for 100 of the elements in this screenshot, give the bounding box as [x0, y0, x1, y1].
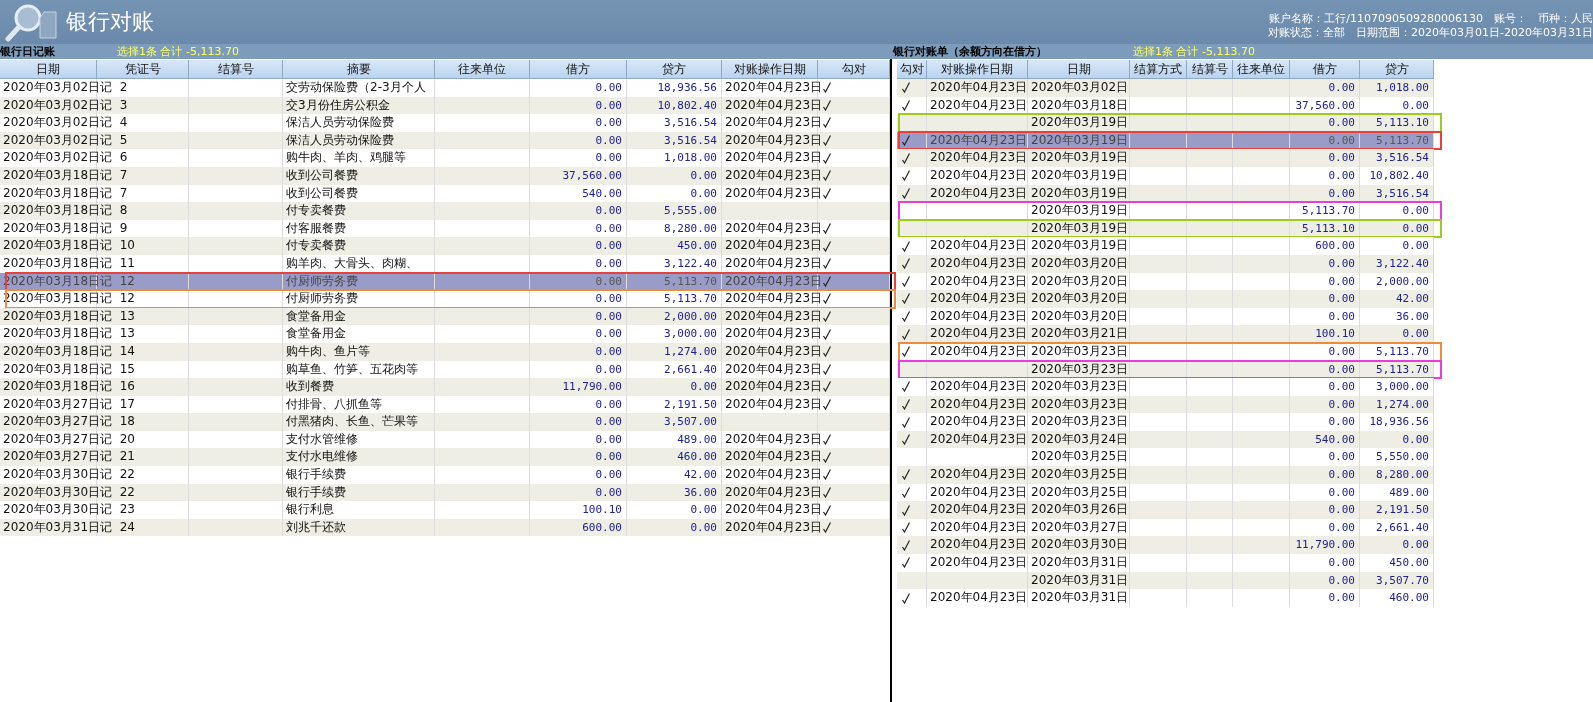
table-row[interactable]: 2020年03月18日记 8 付专卖餐费 0.00 5,555.00: [0, 202, 890, 220]
table-cell: 购牛肉、鱼片等: [283, 342, 435, 361]
table-cell: 0.00: [1360, 237, 1434, 255]
table-cell: 2020年04月23日: [930, 413, 1028, 431]
table-cell: 0.00: [1360, 325, 1434, 343]
table-row[interactable]: 2020年03月02日记 6 购牛肉、羊肉、鸡腿等 0.00 1,018.00 2020年04月23日: [0, 149, 890, 167]
table-cell: 记 7: [97, 166, 189, 185]
table-cell: 2020年03月02日: [1028, 79, 1130, 97]
table-row[interactable]: 2020年03月02日记 4 保洁人员劳动保险费 0.00 3,516.54 2020年04月23日: [0, 114, 890, 132]
table-cell: 记 24: [97, 518, 189, 537]
table-cell: 450.00: [1360, 554, 1434, 572]
table-cell: 0.00: [627, 518, 722, 537]
table-row[interactable]: 2020年04月23日 2020年03月26日 0.00 2,191.50: [897, 501, 1434, 519]
table-cell: 刘兆千还款: [283, 518, 435, 537]
table-cell: 0.00: [530, 237, 627, 255]
table-row[interactable]: 2020年04月23日 2020年03月20日 0.00 42.00: [897, 290, 1434, 308]
table-cell: 银行手续费: [283, 466, 435, 484]
selection-summary: 选择1条 合计 -5,113.70: [1133, 44, 1255, 59]
table-row[interactable]: 2020年04月23日 2020年03月19日 0.00 3,516.54: [897, 149, 1434, 167]
table-cell: 记 11: [97, 254, 189, 273]
table-cell: 5,113.70: [627, 290, 722, 308]
table-cell-text: 2020年04月23日: [930, 307, 1028, 325]
table-cell: 100.10: [530, 501, 627, 519]
table-cell: 收到餐费: [283, 378, 435, 396]
table-cell: 0.00: [1360, 96, 1434, 115]
table-cell: 1,018.00: [1360, 79, 1434, 97]
table-row[interactable]: 2020年03月02日记 2 交劳动保险费（2-3月个人 0.00 18,936.56 2020年04月23日: [0, 79, 890, 97]
table-row[interactable]: 2020年03月27日记 18 付黑猪肉、长鱼、芒果等 0.00 3,507.00: [0, 413, 890, 431]
table-cell: 42.00: [627, 466, 722, 484]
table-row[interactable]: 2020年04月23日 2020年03月30日 11,790.00 0.00: [897, 536, 1434, 555]
table-cell: 2,191.50: [1360, 501, 1434, 519]
table-cell: 付专卖餐费: [283, 237, 435, 255]
table-cell: 3,122.40: [627, 254, 722, 273]
table-cell: 0.00: [530, 79, 627, 97]
table-cell: 11,790.00: [530, 378, 627, 396]
table-cell: 交劳动保险费（2-3月个人: [283, 79, 435, 97]
table-cell: 记 14: [97, 342, 189, 361]
table-cell-text: 2020年04月23日: [930, 131, 1028, 149]
table-cell: 8,280.00: [1360, 466, 1434, 484]
table-cell: 2020年03月21日: [1028, 325, 1130, 343]
table-cell: 付黑猪肉、长鱼、芒果等: [283, 413, 435, 431]
magnifier-icon: [4, 2, 60, 42]
table-cell: 2020年04月23日: [930, 501, 1028, 519]
table-cell: 0.00: [530, 290, 627, 308]
table-cell: 0.00: [530, 413, 627, 431]
table-cell-text: 2020年04月23日: [930, 342, 1028, 360]
table-cell: 2020年03月26日: [1028, 501, 1130, 519]
table-cell: 2020年03月20日: [1028, 254, 1130, 273]
table-cell: 3,516.54: [1360, 184, 1434, 203]
table-row[interactable]: 2020年03月30日记 23 银行利息 100.10 0.00 2020年04月23日: [0, 501, 890, 519]
table-cell: 0.00: [1290, 290, 1360, 308]
table-cell: 0.00: [627, 166, 722, 185]
table-cell: 0.00: [627, 501, 722, 519]
table-cell: 0.00: [1290, 79, 1360, 97]
table-cell: 0.00: [1290, 149, 1360, 167]
table-cell-text: 2020年04月23日: [725, 395, 823, 413]
table-row[interactable]: 2020年03月30日记 22 银行手续费 0.00 42.00 2020年04月23日: [0, 466, 890, 484]
table-cell-text: 2020年04月23日: [930, 518, 1028, 536]
table-cell: 2020年03月18日: [1028, 96, 1130, 115]
table-cell: 2020年04月23日: [930, 554, 1028, 572]
table-cell-text: 2020年04月23日: [725, 483, 823, 501]
table-cell: 记 13: [97, 325, 189, 343]
table-cell: 0.00: [1290, 554, 1360, 572]
table-cell-text: 2020年04月23日: [930, 96, 1028, 114]
table-cell: 2020年03月19日: [1028, 184, 1130, 203]
table-cell: 1,018.00: [627, 149, 722, 167]
table-cell-text: 2020年04月23日: [725, 272, 823, 290]
table-cell: 记 16: [97, 378, 189, 396]
table-row[interactable]: 2020年03月18日记 13 食堂备用金 0.00 3,000.00 2020年04月23日: [0, 325, 890, 343]
table-cell: 记 2: [97, 79, 189, 97]
table-row[interactable]: 2020年03月18日记 16 收到餐费 11,790.00 0.00 2020年04月23日: [0, 378, 890, 396]
table-cell: 购牛肉、羊肉、鸡腿等: [283, 149, 435, 167]
selection-summary: 选择1条 合计 -5,113.70: [117, 44, 239, 59]
table-row[interactable]: 2020年04月23日 2020年03月23日 0.00 3,000.00: [897, 378, 1434, 396]
table-row[interactable]: 2020年04月23日 2020年03月19日 600.00 0.00: [897, 237, 1434, 255]
table-cell: 0.00: [530, 325, 627, 343]
table-cell: 收到公司餐费: [283, 166, 435, 185]
table-cell: 0.00: [1290, 413, 1360, 431]
table-cell: 0.00: [1290, 378, 1360, 396]
table-cell: 食堂备用金: [283, 325, 435, 343]
table-cell: 2020年03月23日: [1028, 413, 1130, 431]
table-row[interactable]: 2020年03月18日记 10 付专卖餐费 0.00 450.00 2020年04月23日: [0, 237, 890, 255]
table-cell: 2020年04月23日: [930, 325, 1028, 343]
table-cell: 2020年04月23日: [930, 589, 1028, 607]
table-cell: 0.00: [530, 466, 627, 484]
table-cell: 记 12: [97, 272, 189, 291]
account-info: 账户名称：工行/1107090509280006130 账号： 币种：人民: [1269, 12, 1593, 26]
table-row[interactable]: 2020年04月23日 2020年03月21日 100.10 0.00: [897, 325, 1434, 343]
table-cell: 3,516.54: [1360, 149, 1434, 167]
table-row[interactable]: 2020年04月23日 2020年03月02日 0.00 1,018.00: [897, 79, 1434, 97]
table-cell-text: 2020年04月23日: [930, 272, 1028, 290]
table-cell: 2020年03月20日: [1028, 290, 1130, 308]
table-cell: 0.00: [1290, 166, 1360, 185]
table-cell: 450.00: [627, 237, 722, 255]
filter-info: 对账状态：全部 日期范围：2020年03月01日-2020年03月31日: [1268, 26, 1593, 40]
table-cell: 0.00: [530, 254, 627, 273]
table-cell-text: 2020年04月23日: [725, 342, 823, 360]
table-row[interactable]: 2020年03月27日记 21 支付水电维修 0.00 460.00 2020年04月23日: [0, 448, 890, 467]
table-cell-text: 2020年04月23日: [930, 430, 1028, 448]
table-row[interactable]: 2020年04月23日 2020年03月25日 0.00 8,280.00: [897, 466, 1434, 484]
